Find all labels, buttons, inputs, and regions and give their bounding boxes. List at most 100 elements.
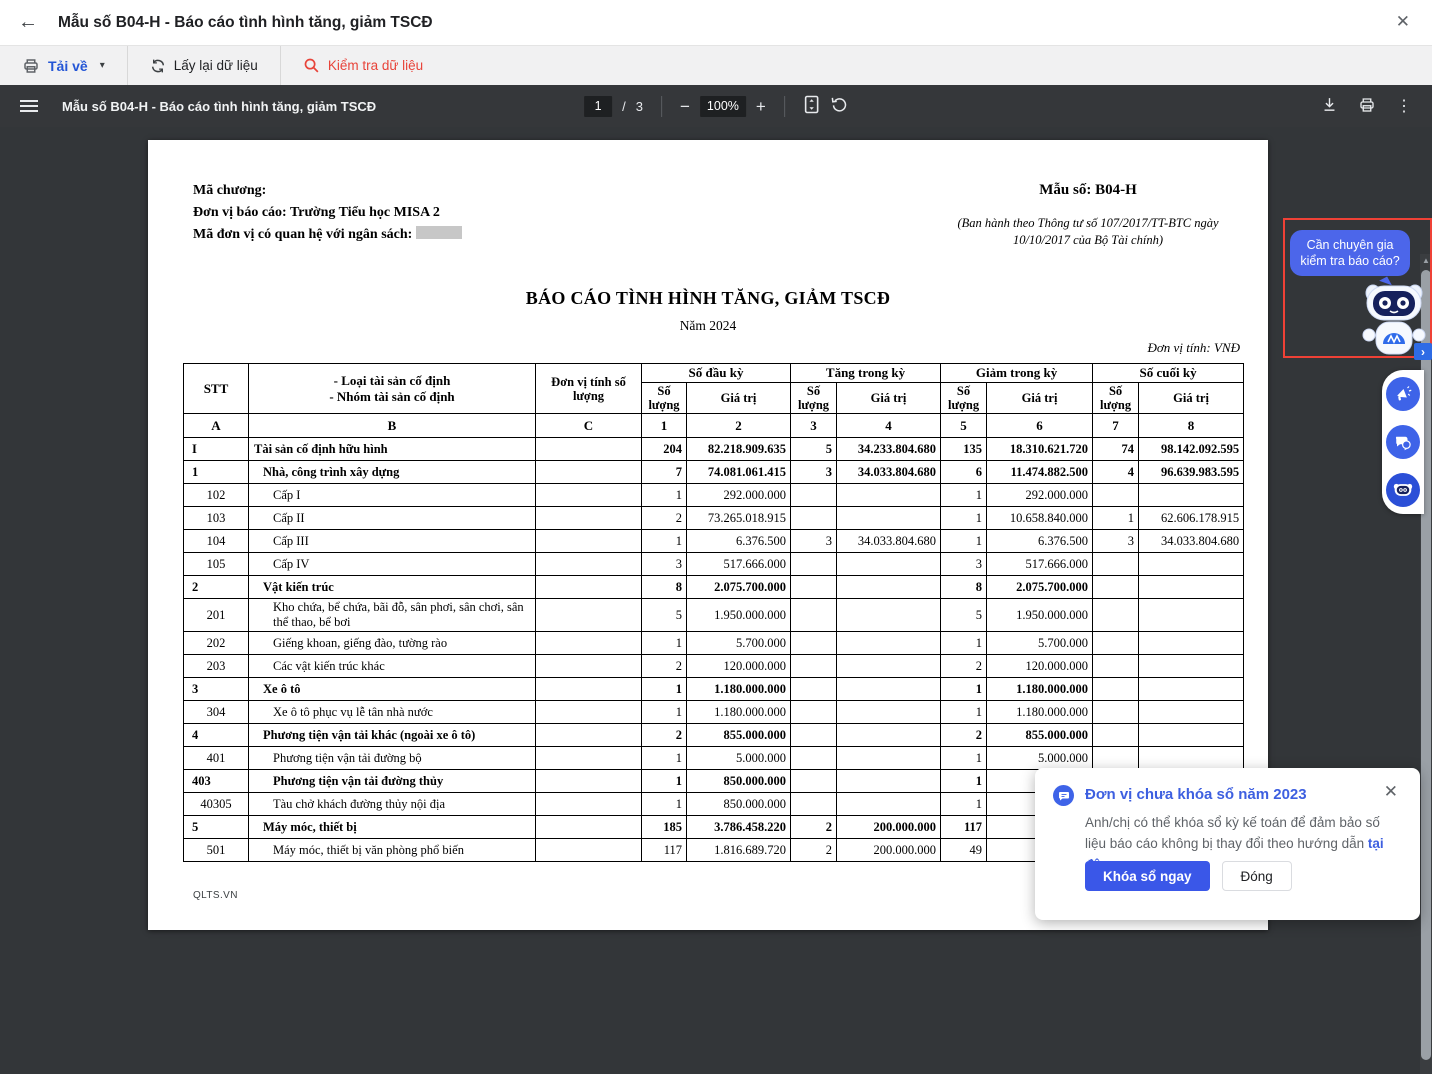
table-cell: 4 [1093,461,1139,484]
table-cell: Phương tiện vận tải đường bộ [249,747,536,770]
col-letter: 4 [837,414,941,438]
table-cell [791,770,837,793]
table-cell: Kho chứa, bể chứa, bãi đỗ, sân phơi, sân… [249,599,536,632]
table-cell [536,438,642,461]
table-cell: Tài sản cố định hữu hình [249,438,536,461]
check-data-button[interactable]: Kiểm tra dữ liệu [281,46,445,85]
zoom-level: 100% [700,96,746,117]
table-cell [536,655,642,678]
table-cell [837,576,941,599]
table-cell [1093,599,1139,632]
assistant-bot-button[interactable] [1386,473,1420,507]
col-header-qty: Số lượng [941,383,987,414]
table-cell: Máy móc, thiết bị văn phòng phổ biến [249,839,536,862]
don-vi-bao-cao: Đơn vị báo cáo: Trường Tiểu học MISA 2 [193,202,462,224]
table-cell: 203 [184,655,249,678]
check-label: Kiểm tra dữ liệu [328,58,423,73]
rotate-button[interactable] [830,96,848,117]
table-cell [1093,747,1139,770]
table-cell: 204 [642,438,687,461]
close-icon: ✕ [1384,782,1398,801]
table-cell: 1 [941,770,987,793]
table-cell [536,701,642,724]
table-cell: 2 [642,724,687,747]
col-header-unit: Đơn vị tính số lượng [536,364,642,414]
window-close-button[interactable]: ✕ [1396,12,1410,32]
fit-page-button[interactable] [803,95,820,117]
table-cell: 104 [184,530,249,553]
table-cell: 11.474.882.500 [987,461,1093,484]
table-cell [837,678,941,701]
table-cell: 403 [184,770,249,793]
report-header-left: Mã chương: Đơn vị báo cáo: Trường Tiểu h… [193,180,462,246]
print-button[interactable] [1358,96,1376,117]
back-button[interactable]: ← [18,11,38,34]
table-cell: Giếng khoan, giếng đào, tường rào [249,632,536,655]
support-chat-button[interactable] [1386,425,1420,459]
table-cell [791,553,837,576]
lock-now-button[interactable]: Khóa sổ ngay [1085,861,1210,891]
table-row: 401Phương tiện vận tải đường bộ15.000.00… [184,747,1244,770]
table-cell: 117 [941,816,987,839]
col-header-value: Giá trị [687,383,791,414]
fit-page-icon [803,95,820,114]
chat-promo-bubble[interactable]: Cần chuyên gia kiểm tra báo cáo? [1290,230,1410,276]
col-header-value: Giá trị [1139,383,1244,414]
reload-data-button[interactable]: Lấy lại dữ liệu [128,46,281,85]
table-cell: 49 [941,839,987,862]
col-letter: 5 [941,414,987,438]
table-row: 201Kho chứa, bể chứa, bãi đỗ, sân phơi, … [184,599,1244,632]
col-group-opening: Số đầu kỳ [642,364,791,383]
redacted-value [416,226,462,239]
overflow-menu-button[interactable]: ⋮ [1396,96,1412,116]
table-cell: 120.000.000 [987,655,1093,678]
caret-down-icon[interactable]: ▾ [100,60,105,71]
table-cell: 1 [642,530,687,553]
table-cell: 2 [642,507,687,530]
chat-bubbles-icon [1394,433,1412,451]
table-cell [837,701,941,724]
table-cell [837,632,941,655]
col-group-closing: Số cuối kỳ [1093,364,1244,383]
download-label: Tải về [48,58,88,74]
table-cell [536,678,642,701]
menu-icon[interactable] [20,99,38,113]
table-cell: 5 [941,599,987,632]
table-cell: 3 [791,461,837,484]
toast-close-button[interactable]: ✕ [1384,782,1398,802]
table-cell [1139,484,1244,507]
issued-note: (Ban hành theo Thông tư số 107/2017/TT-B… [908,215,1268,249]
zoom-out-button[interactable]: − [680,98,690,115]
table-cell [1139,553,1244,576]
table-cell: 1 [941,484,987,507]
table-cell: 1 [642,632,687,655]
download-icon [1321,96,1338,113]
download-button[interactable] [1321,96,1338,116]
pdf-toolbar: Mẫu số B04-H - Báo cáo tình hình tăng, g… [0,85,1432,127]
table-cell: 98.142.092.595 [1139,438,1244,461]
announcements-button[interactable] [1386,377,1420,411]
table-cell [791,632,837,655]
rotate-icon [830,96,848,114]
table-cell: 120.000.000 [687,655,791,678]
table-cell [536,724,642,747]
table-cell: 5.000.000 [987,747,1093,770]
table-cell: 855.000.000 [987,724,1093,747]
table-cell [536,461,642,484]
col-letter: 3 [791,414,837,438]
dismiss-button[interactable]: Đóng [1222,861,1292,891]
table-cell: 1.180.000.000 [687,701,791,724]
table-cell: 1 [941,507,987,530]
table-cell [791,655,837,678]
expand-chat-button[interactable]: › [1414,343,1432,360]
zoom-in-button[interactable]: + [756,98,766,115]
page-number-input[interactable]: 1 [584,96,612,117]
table-cell: 1.950.000.000 [687,599,791,632]
table-cell: 3 [642,553,687,576]
table-cell: 10.658.840.000 [987,507,1093,530]
back-icon: ← [18,11,38,33]
download-report-button[interactable]: Tải về ▾ [0,46,128,85]
table-cell [1139,678,1244,701]
table-cell [791,724,837,747]
col-letter: 7 [1093,414,1139,438]
